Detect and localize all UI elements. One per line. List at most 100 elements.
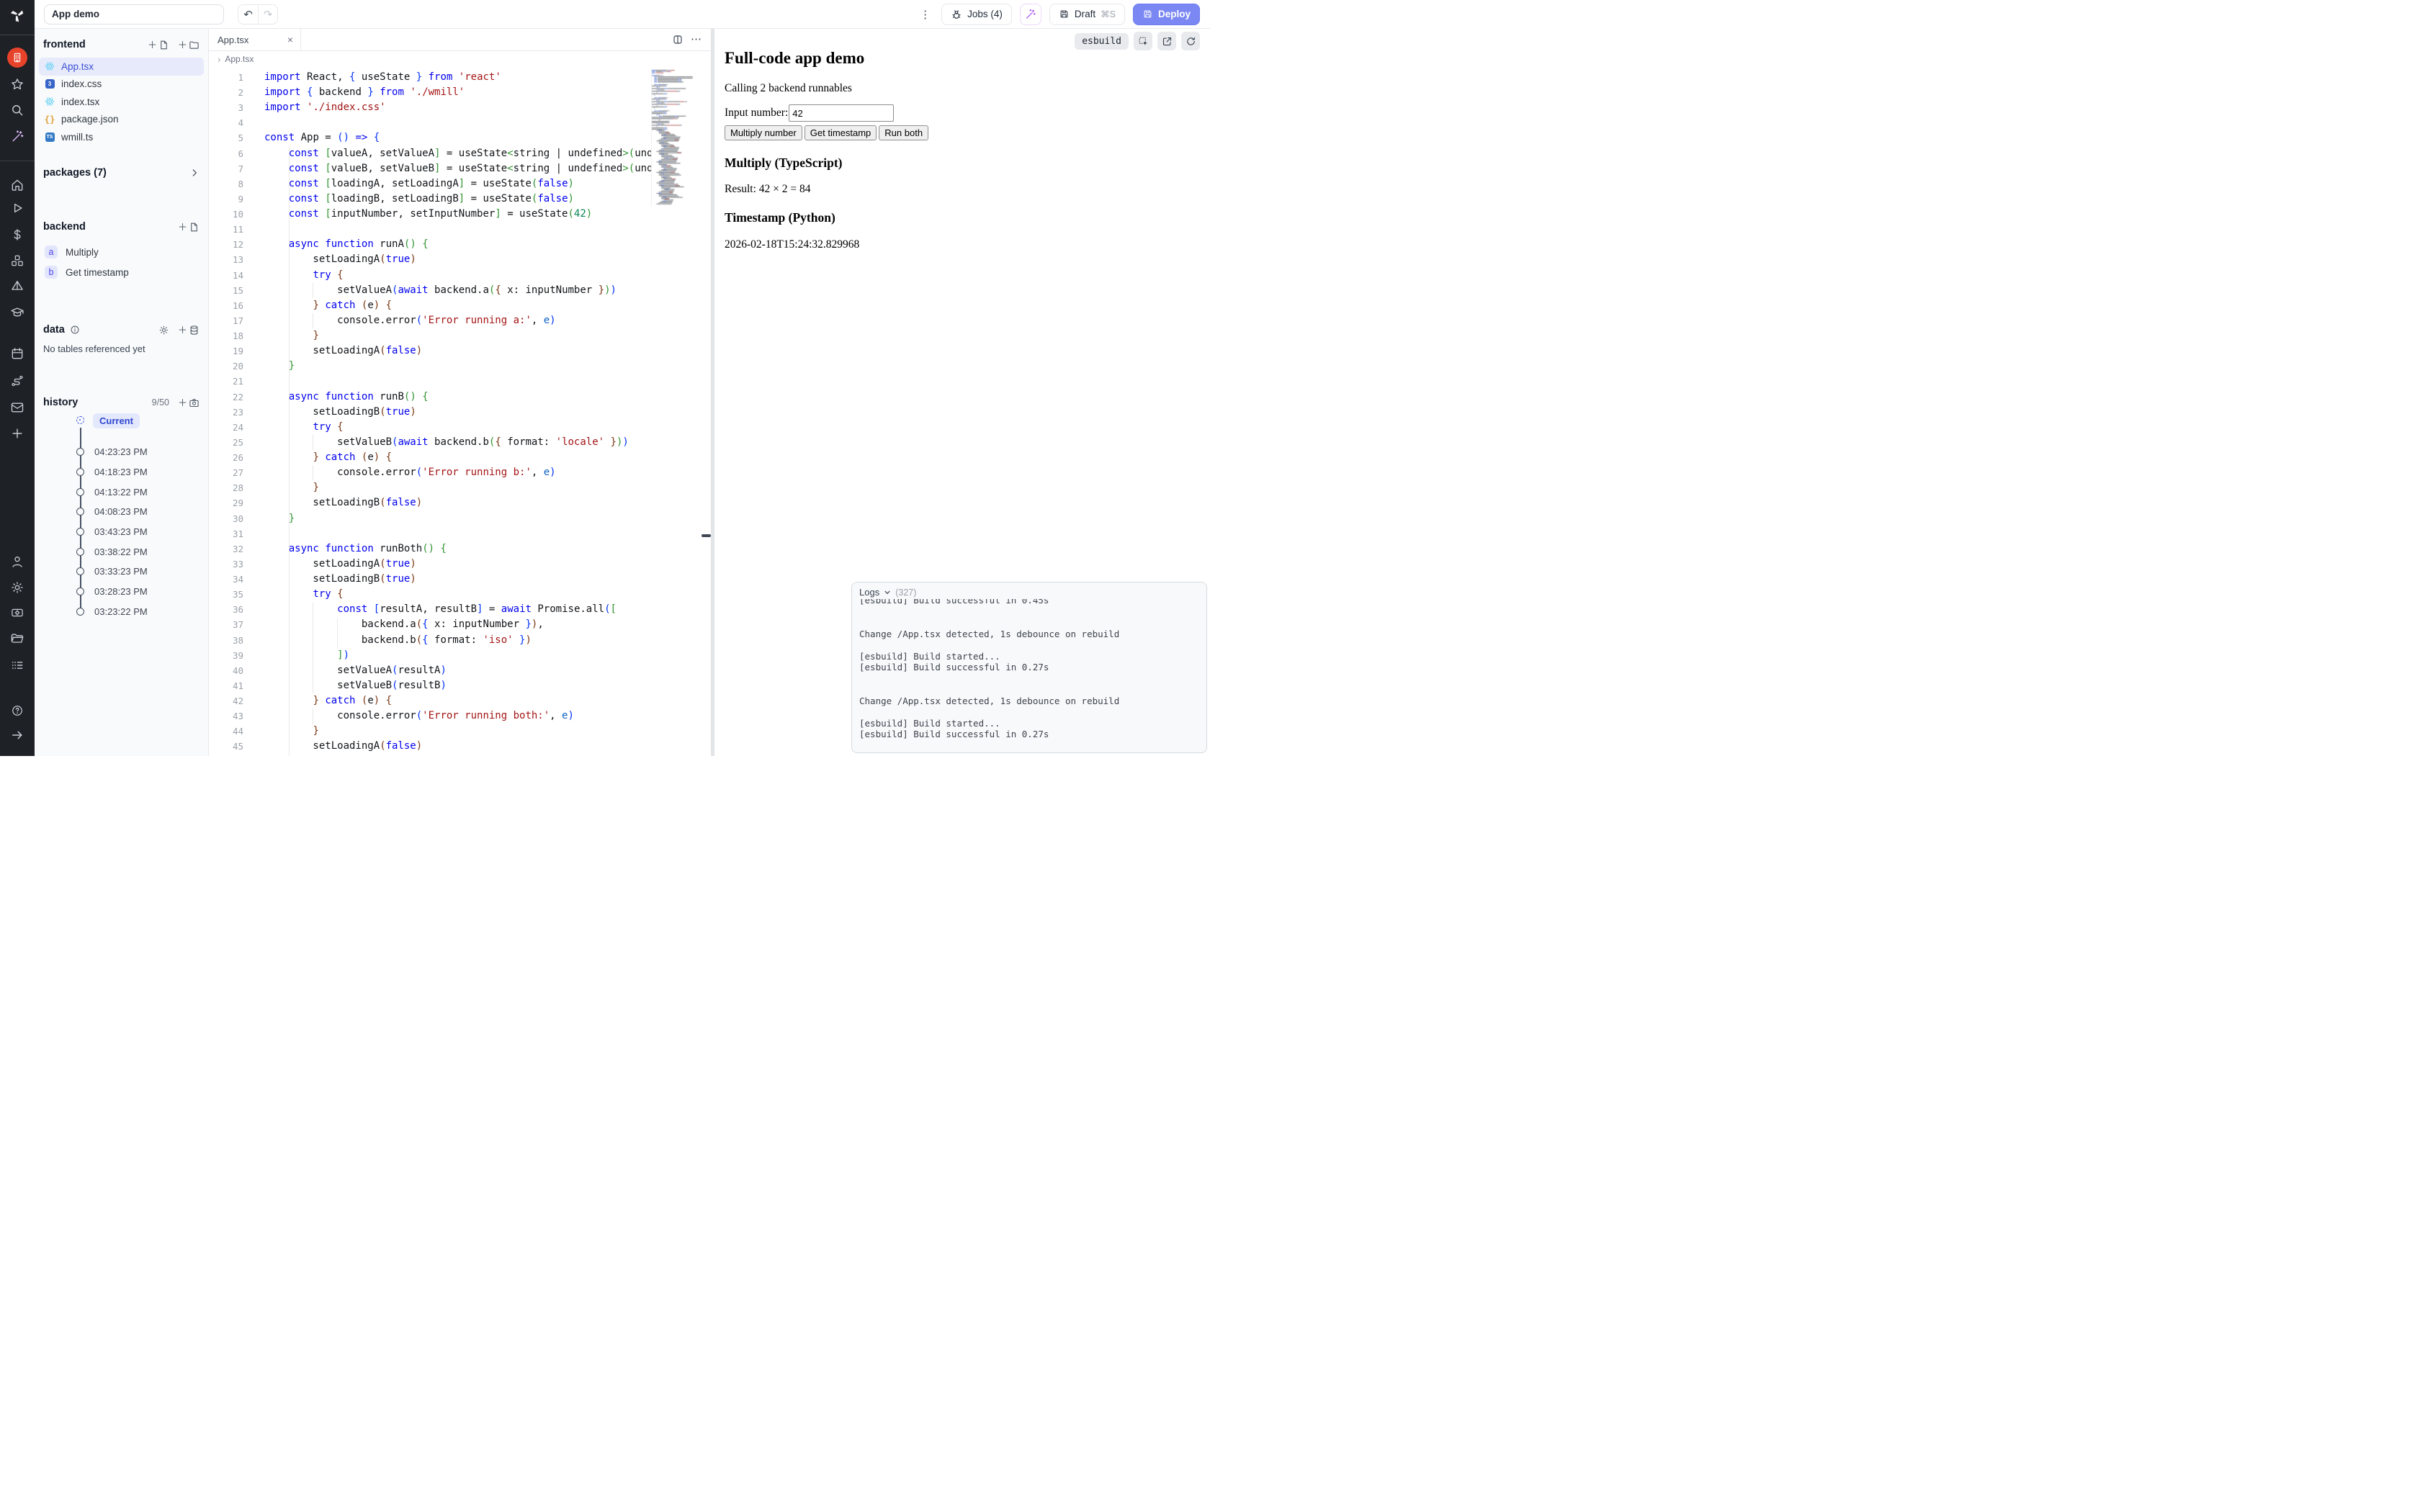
add-folder-button[interactable]: ＋ (178, 40, 200, 50)
code-line[interactable]: 43 console.error('Error running both:', … (209, 708, 711, 724)
logs-content[interactable]: [esbuild] Build successful in 0.45s Chan… (852, 595, 1206, 740)
add-table-button[interactable]: ＋ (178, 325, 200, 336)
refresh-button[interactable] (1181, 32, 1200, 50)
app-name-input[interactable] (44, 4, 224, 24)
code-line[interactable]: 7 const [valueB, setValueB] = useState<s… (209, 161, 711, 176)
history-item[interactable]: 03:23:22 PM (76, 602, 204, 622)
inspect-element-button[interactable] (1134, 32, 1152, 50)
history-item[interactable]: 03:28:23 PM (76, 582, 204, 602)
code-line[interactable]: 28 } (209, 480, 711, 495)
history-time[interactable]: 04:23:23 PM (94, 446, 148, 457)
usage-dollar-icon[interactable] (9, 227, 25, 243)
learn-cap-icon[interactable] (9, 305, 25, 320)
runs-play-icon[interactable] (9, 200, 25, 216)
preview-button-get-timestamp[interactable]: Get timestamp (805, 125, 877, 140)
ai-wand-icon[interactable] (9, 128, 25, 144)
packages-section-header[interactable]: packages (7) (43, 166, 200, 180)
preview-button-run-both[interactable]: Run both (879, 125, 928, 140)
code-line[interactable]: 33 setLoadingA(true) (209, 557, 711, 572)
code-line[interactable]: 19 setLoadingA(false) (209, 343, 711, 359)
code-line[interactable]: 1import React, { useState } from 'react' (209, 70, 711, 85)
schedules-calendar-icon[interactable] (9, 346, 25, 361)
workers-icon[interactable] (9, 605, 25, 621)
history-item[interactable]: 03:38:22 PM (76, 541, 204, 562)
code-line[interactable]: 25 setValueB(await backend.b({ format: '… (209, 435, 711, 450)
file-item-App-tsx[interactable]: App.tsx (39, 58, 204, 76)
code-content[interactable]: 1import React, { useState } from 'react'… (209, 67, 711, 756)
history-time[interactable]: 04:08:23 PM (94, 506, 148, 517)
collapse-arrow-icon[interactable] (9, 727, 25, 743)
history-item[interactable]: 04:23:23 PM (76, 442, 204, 462)
data-settings-gear-icon[interactable] (158, 325, 169, 336)
workspace-app-icon[interactable] (7, 48, 27, 68)
breadcrumb-file[interactable]: App.tsx (225, 54, 254, 64)
code-line[interactable]: 12 async function runA() { (209, 237, 711, 252)
code-line[interactable]: 29 setLoadingB(false) (209, 495, 711, 510)
add-file-button[interactable]: ＋ (148, 40, 169, 50)
code-line[interactable]: 10 const [inputNumber, setInputNumber] =… (209, 207, 711, 222)
audit-list-icon[interactable] (9, 657, 25, 673)
code-line[interactable]: 37 backend.a({ x: inputNumber }), (209, 617, 711, 632)
code-line[interactable]: 14 try { (209, 268, 711, 283)
more-menu-icon[interactable]: ⋮ (917, 8, 933, 21)
history-time[interactable]: 03:43:23 PM (94, 526, 148, 537)
code-line[interactable]: 46 setLoadingB(false) (209, 755, 711, 756)
file-item-index-css[interactable]: 3index.css (39, 76, 204, 94)
code-line[interactable]: 8 const [loadingA, setLoadingA] = useSta… (209, 176, 711, 192)
open-external-button[interactable] (1157, 32, 1176, 50)
resources-cubes-icon[interactable] (9, 253, 25, 269)
runnable-item-a[interactable]: aMultiply (39, 242, 204, 262)
code-line[interactable]: 2import { backend } from './wmill' (209, 85, 711, 100)
history-time[interactable]: 04:18:23 PM (94, 467, 148, 477)
create-plus-icon[interactable] (9, 426, 25, 441)
preview-button-multiply-number[interactable]: Multiply number (725, 125, 802, 140)
ai-wand-button[interactable] (1020, 4, 1041, 25)
history-item[interactable]: 03:33:23 PM (76, 562, 204, 582)
current-pill[interactable]: Current (93, 413, 140, 428)
code-line[interactable]: 32 async function runBoth() { (209, 541, 711, 557)
code-line[interactable]: 39 ]) (209, 648, 711, 663)
history-item[interactable]: 04:08:23 PM (76, 502, 204, 522)
code-line[interactable]: 27 console.error('Error running b:', e) (209, 465, 711, 480)
code-line[interactable]: 20 } (209, 359, 711, 374)
flows-route-icon[interactable] (9, 373, 25, 389)
code-line[interactable]: 17 console.error('Error running a:', e) (209, 313, 711, 328)
chevron-right-icon[interactable]: › (218, 54, 220, 65)
file-item-wmill-ts[interactable]: TSwmill.ts (39, 128, 204, 146)
runnable-item-b[interactable]: bGet timestamp (39, 262, 204, 282)
build-tool-badge[interactable]: esbuild (1075, 33, 1129, 50)
code-line[interactable]: 41 setValueB(resultB) (209, 678, 711, 693)
file-item-package-json[interactable]: {}package.json (39, 111, 204, 129)
code-line[interactable]: 18 } (209, 328, 711, 343)
code-line[interactable]: 16 } catch (e) { (209, 298, 711, 313)
code-line[interactable]: 34 setLoadingB(true) (209, 572, 711, 587)
code-line[interactable]: 26 } catch (e) { (209, 450, 711, 465)
tab-app-tsx[interactable]: App.tsx × (209, 29, 301, 50)
input-number-field[interactable] (789, 104, 894, 122)
settings-gear-icon[interactable] (9, 580, 25, 595)
chevron-down-icon[interactable] (884, 589, 891, 596)
undo-button[interactable]: ↶ (238, 5, 258, 24)
history-item[interactable]: 04:13:22 PM (76, 482, 204, 502)
code-line[interactable]: 36 const [resultA, resultB] = await Prom… (209, 602, 711, 617)
folders-icon[interactable] (9, 631, 25, 647)
code-line[interactable]: 31 (209, 526, 711, 541)
chevron-right-icon[interactable] (189, 168, 200, 178)
history-time[interactable]: 04:13:22 PM (94, 487, 148, 498)
draft-button[interactable]: Draft ⌘S (1049, 4, 1125, 25)
split-editor-icon[interactable] (672, 34, 684, 45)
minimap[interactable] (651, 68, 704, 207)
redo-button[interactable]: ↷ (258, 5, 277, 24)
code-line[interactable]: 40 setValueA(resultA) (209, 663, 711, 678)
close-tab-icon[interactable]: × (287, 34, 293, 45)
code-line[interactable]: 4 (209, 115, 711, 130)
code-line[interactable]: 45 setLoadingA(false) (209, 739, 711, 754)
file-item-index-tsx[interactable]: index.tsx (39, 93, 204, 111)
editor-more-icon[interactable]: ⋯ (691, 36, 702, 43)
deploy-button[interactable]: Deploy (1133, 4, 1200, 25)
code-line[interactable]: 3import './index.css' (209, 100, 711, 115)
windmill-logo[interactable] (0, 0, 35, 30)
code-line[interactable]: 42 } catch (e) { (209, 693, 711, 708)
code-line[interactable]: 22 async function runB() { (209, 390, 711, 405)
code-line[interactable]: 23 setLoadingB(true) (209, 405, 711, 420)
